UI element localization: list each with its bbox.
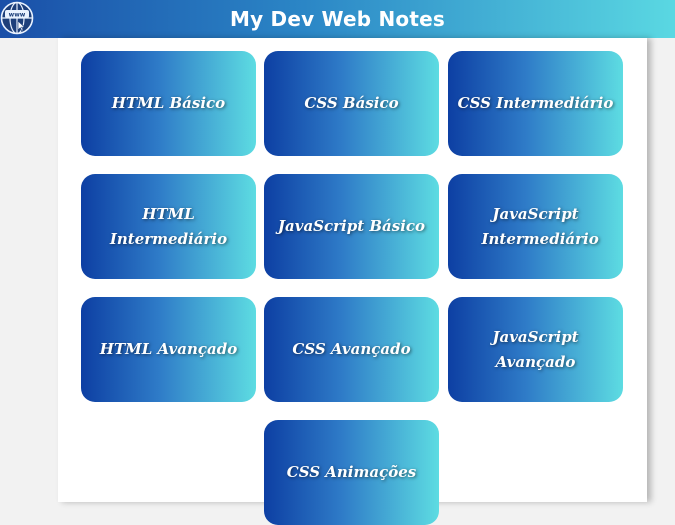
card-javascript-avancado[interactable]: JavaScript Avançado xyxy=(448,297,623,402)
card-html-avancado[interactable]: HTML Avançado xyxy=(81,297,256,402)
card-css-basico[interactable]: CSS Básico xyxy=(264,51,439,156)
card-label: JavaScript Intermediário xyxy=(481,204,599,248)
card-javascript-intermediario[interactable]: JavaScript Intermediário xyxy=(448,174,623,279)
svg-text:www: www xyxy=(9,12,26,19)
card-label: CSS Intermediário xyxy=(457,94,614,112)
card-label: CSS Avançado xyxy=(292,340,411,358)
main-panel: HTML Básico CSS Básico CSS Intermediário… xyxy=(58,38,647,525)
card-label: CSS Animações xyxy=(286,463,417,481)
card-html-basico[interactable]: HTML Básico xyxy=(81,51,256,156)
card-label: HTML Básico xyxy=(111,94,226,112)
card-label: HTML Intermediário xyxy=(109,204,228,248)
card-css-avancado[interactable]: CSS Avançado xyxy=(264,297,439,402)
card-label: JavaScript Básico xyxy=(277,217,426,235)
card-label: JavaScript Avançado xyxy=(492,327,579,371)
app-header: www My Dev Web Notes xyxy=(0,0,675,38)
card-label: CSS Básico xyxy=(304,94,399,112)
globe-www-icon[interactable]: www xyxy=(0,1,34,35)
card-label: HTML Avançado xyxy=(99,340,238,358)
card-javascript-basico[interactable]: JavaScript Básico xyxy=(264,174,439,279)
card-css-intermediario[interactable]: CSS Intermediário xyxy=(448,51,623,156)
card-html-intermediario[interactable]: HTML Intermediário xyxy=(81,174,256,279)
card-css-animacoes[interactable]: CSS Animações xyxy=(264,420,439,525)
page-title: My Dev Web Notes xyxy=(230,7,445,31)
